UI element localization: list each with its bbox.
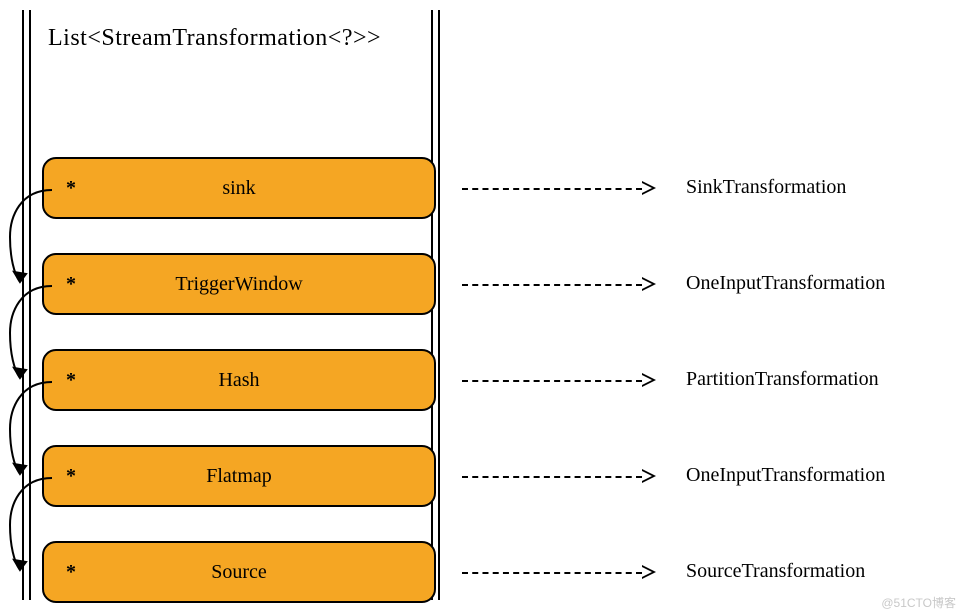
pointer-arrow-icon — [0, 182, 60, 292]
pointer-star: * — [66, 369, 76, 392]
dashed-arrow — [462, 188, 642, 190]
list-item: * Hash — [42, 349, 436, 411]
item-label: Flatmap — [44, 465, 434, 488]
arrow-head-icon — [642, 373, 656, 387]
pointer-arrow-icon — [0, 278, 60, 388]
type-label: SinkTransformation — [686, 176, 846, 199]
dashed-arrow — [462, 572, 642, 574]
item-label: Hash — [44, 369, 434, 392]
type-label: OneInputTransformation — [686, 464, 885, 487]
pointer-arrow-icon — [0, 470, 60, 580]
arrow-head-icon — [642, 277, 656, 291]
type-label: OneInputTransformation — [686, 272, 885, 295]
dashed-arrow — [462, 476, 642, 478]
list-item: * Source — [42, 541, 436, 603]
pointer-star: * — [66, 561, 76, 584]
pointer-star: * — [66, 273, 76, 296]
arrow-head-icon — [642, 565, 656, 579]
pointer-arrow-icon — [0, 374, 60, 484]
item-label: Source — [44, 561, 434, 584]
pointer-star: * — [66, 465, 76, 488]
list-item: * sink — [42, 157, 436, 219]
item-label: TriggerWindow — [44, 273, 434, 296]
dashed-arrow — [462, 284, 642, 286]
arrow-head-icon — [642, 181, 656, 195]
arrow-head-icon — [642, 469, 656, 483]
list-item: * Flatmap — [42, 445, 436, 507]
type-label: PartitionTransformation — [686, 368, 879, 391]
pointer-star: * — [66, 177, 76, 200]
type-label: SourceTransformation — [686, 560, 865, 583]
list-header: List<StreamTransformation<?>> — [42, 25, 420, 52]
dashed-arrow — [462, 380, 642, 382]
item-label: sink — [44, 177, 434, 200]
watermark: @51CTO博客 — [881, 594, 956, 611]
list-item: * TriggerWindow — [42, 253, 436, 315]
